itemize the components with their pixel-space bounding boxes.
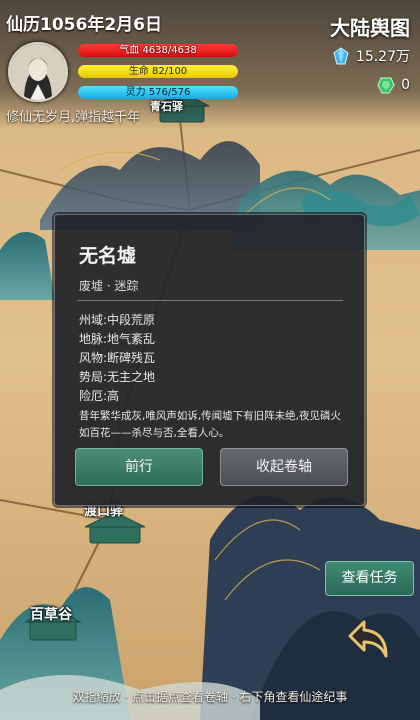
- location-description: 昔年繁华成灰,唯风声如诉,传闻墟下有旧阵未绝,夜见磷火如百花——杀尽与否,全看人…: [79, 410, 342, 439]
- go-button[interactable]: 前行: [75, 448, 203, 486]
- resource-crystal[interactable]: 15.27万: [332, 46, 410, 66]
- game-date: 仙历1056年2月6日: [6, 15, 162, 35]
- attr-danger: 险厄:高: [79, 389, 120, 403]
- map-title: 大陆舆图: [330, 16, 410, 40]
- location-name: 无名墟: [79, 245, 137, 267]
- location-type: 废墟 · 迷踪: [79, 279, 139, 293]
- life-bar: 生命 82/100: [78, 65, 238, 78]
- map-label-temple[interactable]: 青石驿: [150, 98, 183, 114]
- attr-scenery: 风物:断碑残瓦: [79, 351, 156, 365]
- back-arrow-icon[interactable]: [344, 612, 396, 664]
- blue-crystal-icon: [333, 47, 349, 65]
- crystal-count: 15.27万: [355, 49, 410, 65]
- attr-power: 势局:无主之地: [79, 370, 156, 384]
- resource-jade[interactable]: 0: [377, 76, 410, 94]
- divider: [77, 300, 343, 301]
- close-scroll-button[interactable]: 收起卷轴: [220, 448, 348, 486]
- view-task-button[interactable]: 查看任务: [325, 561, 414, 596]
- attr-region: 州域:中段荒原: [79, 313, 156, 327]
- portrait-icon: [10, 44, 66, 100]
- player-motto: 修仙无岁月,弹指越千年: [6, 110, 141, 125]
- player-avatar[interactable]: [8, 42, 68, 102]
- hint-text: 双指缩放 · 点击据点查看卷轴 · 右下角查看仙途纪事: [72, 690, 348, 704]
- jade-count: 0: [401, 77, 410, 93]
- map-label-valley[interactable]: 百草谷: [30, 604, 72, 624]
- green-jade-icon: [377, 77, 395, 94]
- attr-leyline: 地脉:地气紊乱: [79, 332, 156, 346]
- hp-bar: 气血 4638/4638: [78, 44, 238, 57]
- location-dialog: 无名墟 废墟 · 迷踪 州域:中段荒原 地脉:地气紊乱 风物:断碑残瓦 势局:无…: [54, 214, 365, 506]
